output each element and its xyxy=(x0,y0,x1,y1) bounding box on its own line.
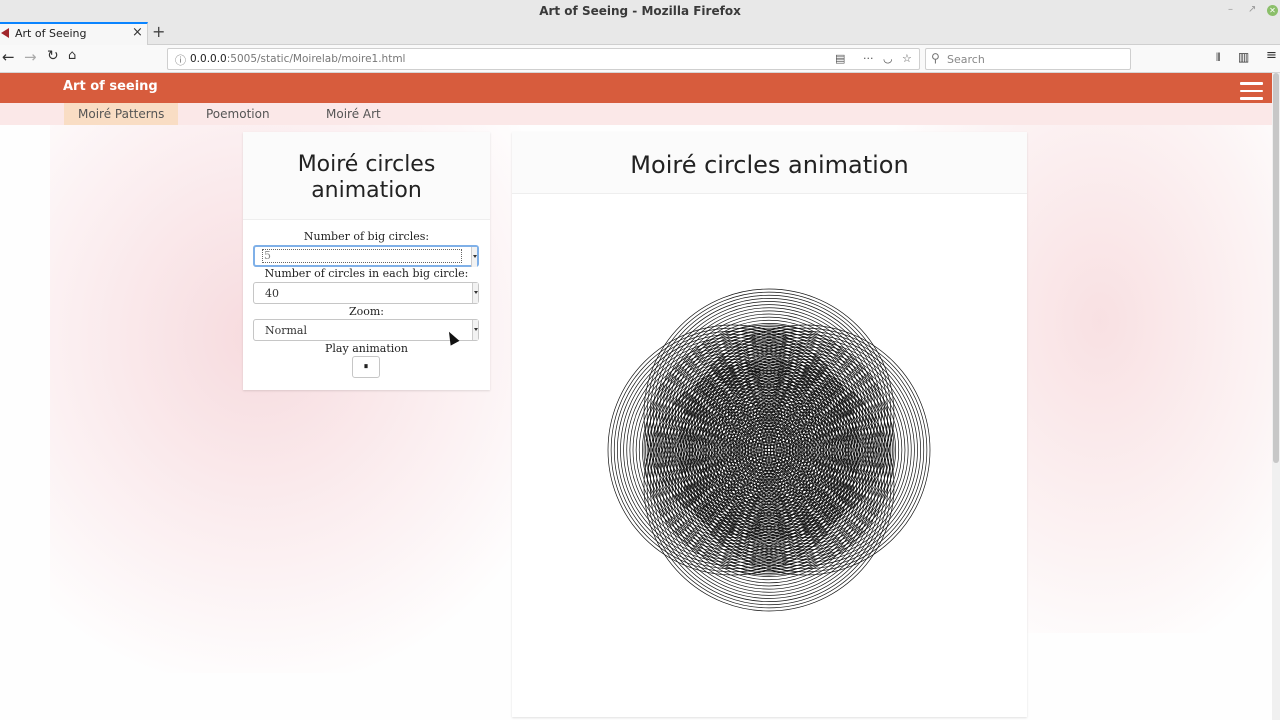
big-circles-label: Number of big circles: xyxy=(303,230,430,243)
ring xyxy=(756,437,782,463)
search-placeholder: Search xyxy=(947,53,985,66)
back-icon[interactable]: ← xyxy=(2,48,15,66)
library-icon[interactable]: ⫴ xyxy=(1216,51,1221,65)
zoom-label: Zoom: xyxy=(348,305,385,318)
pause-button[interactable]: ⏸ xyxy=(352,356,380,378)
controls-panel: Moiré circles animation Number of big ci… xyxy=(243,132,490,390)
ring xyxy=(765,446,773,454)
ring xyxy=(678,359,860,541)
close-tab-icon[interactable]: × xyxy=(132,25,143,40)
circles-each-value: 40 xyxy=(265,287,279,300)
hamburger-menu-icon[interactable] xyxy=(1240,82,1263,100)
big-circle xyxy=(643,324,895,576)
search-bar[interactable]: ⚲ Search xyxy=(925,48,1131,70)
app-header: Art of seeing xyxy=(0,73,1272,103)
home-icon[interactable]: ⌂ xyxy=(68,48,76,63)
pocket-icon[interactable]: ◡ xyxy=(883,52,893,65)
zoom-value: Normal xyxy=(265,324,308,337)
scrollbar-thumb[interactable] xyxy=(1273,73,1279,463)
ring xyxy=(734,415,804,485)
nav-item-poemotion[interactable]: Poemotion xyxy=(192,103,284,125)
page-actions-icon[interactable]: ··· xyxy=(863,52,874,65)
ring xyxy=(709,390,829,510)
reload-icon[interactable]: ↻ xyxy=(47,48,59,64)
brand-title[interactable]: Art of seeing xyxy=(63,79,158,94)
sidebar-icon[interactable]: ▥ xyxy=(1238,50,1249,64)
minimize-icon[interactable]: – xyxy=(1228,4,1233,15)
circles-each-label: Number of circles in each big circle: xyxy=(264,267,469,280)
maximize-icon[interactable]: ↗ xyxy=(1248,4,1256,15)
zoom-select[interactable]: Normal xyxy=(253,319,479,341)
chevron-down-icon xyxy=(471,247,477,267)
page-scrollbar[interactable] xyxy=(1272,73,1280,720)
focus-ring xyxy=(262,249,462,263)
bookmark-star-icon[interactable]: ☆ xyxy=(902,52,912,65)
page-content: Art of seeing Moiré Patterns Poemotion M… xyxy=(0,73,1272,720)
tab-art-of-seeing[interactable]: Art of Seeing × xyxy=(0,22,148,46)
big-circles-select[interactable]: 5 xyxy=(253,245,479,267)
big-circles-value: 5 xyxy=(264,249,271,262)
circles-each-select[interactable]: 40 xyxy=(253,282,479,304)
ring xyxy=(749,430,789,470)
reader-view-icon[interactable]: ▤ xyxy=(835,52,845,65)
canvas-header: Moiré circles animation xyxy=(512,132,1027,194)
url-text: 0.0.0.0:5005/static/Moirelab/moire1.html xyxy=(190,53,406,65)
new-tab-icon[interactable]: + xyxy=(152,22,165,41)
ring xyxy=(662,343,876,557)
forward-icon[interactable]: → xyxy=(24,48,37,66)
menu-icon[interactable]: ≡ xyxy=(1266,48,1277,63)
ring xyxy=(656,337,882,563)
tab-title: Art of Seeing xyxy=(15,27,87,40)
window-titlebar: Art of Seeing - Mozilla Firefox – ↗ ✕ xyxy=(0,0,1280,22)
chevron-down-icon xyxy=(472,283,478,303)
nav-item-moire-art[interactable]: Moiré Art xyxy=(312,103,395,125)
canvas-title: Moiré circles animation xyxy=(630,151,909,179)
close-window-icon[interactable]: ✕ xyxy=(1267,5,1278,16)
window-title: Art of Seeing - Mozilla Firefox xyxy=(539,4,741,18)
favicon-icon xyxy=(1,28,9,38)
controls-title: Moiré circles animation xyxy=(297,152,436,203)
sub-navigation: Moiré Patterns Poemotion Moiré Art xyxy=(0,103,1272,125)
nav-item-moire-patterns[interactable]: Moiré Patterns xyxy=(64,103,179,125)
controls-header: Moiré circles animation xyxy=(243,132,490,220)
chevron-down-icon xyxy=(472,320,478,340)
ring xyxy=(687,368,851,532)
url-bar[interactable]: ⓘ 0.0.0.0:5005/static/Moirelab/moire1.ht… xyxy=(167,48,920,70)
search-icon: ⚲ xyxy=(931,51,940,65)
tab-bar: Art of Seeing × + xyxy=(0,22,1280,46)
canvas-card: Moiré circles animation xyxy=(512,132,1027,717)
moire-canvas[interactable] xyxy=(512,194,1027,717)
nav-toolbar: ← → ↻ ⌂ ⓘ 0.0.0.0:5005/static/Moirelab/m… xyxy=(0,45,1280,73)
site-info-icon[interactable]: ⓘ xyxy=(175,52,186,68)
ring xyxy=(646,327,892,573)
